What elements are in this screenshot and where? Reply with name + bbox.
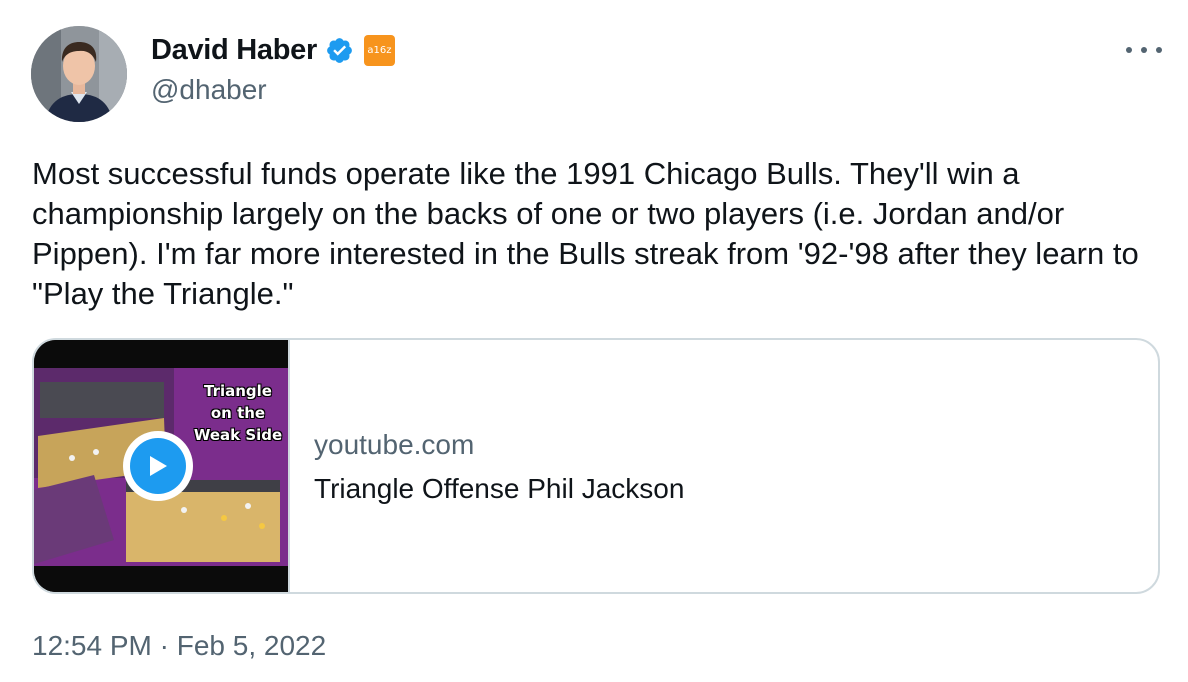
affiliation-badge[interactable]: a16z <box>363 34 395 66</box>
author-handle[interactable]: @dhaber <box>151 74 267 106</box>
more-dot <box>1141 47 1147 53</box>
verified-badge-icon <box>325 36 354 65</box>
avatar[interactable] <box>31 26 127 122</box>
more-dot <box>1156 47 1162 53</box>
more-dot <box>1126 47 1132 53</box>
video-thumbnail[interactable]: Triangle on the Weak Side <box>34 340 290 592</box>
avatar-image <box>31 26 127 122</box>
play-button[interactable] <box>123 431 193 501</box>
thumbnail-caption: Triangle on the Weak Side <box>193 382 283 444</box>
tweet-timestamp[interactable]: 12:54 PM · Feb 5, 2022 <box>32 630 326 662</box>
more-options-icon[interactable] <box>1126 36 1162 64</box>
author-name-row: David Haber a16z <box>151 30 395 70</box>
author-display-name[interactable]: David Haber <box>151 34 317 67</box>
play-icon <box>130 438 186 494</box>
card-title: Triangle Offense Phil Jackson <box>314 473 685 504</box>
card-body[interactable]: youtube.com Triangle Offense Phil Jackso… <box>290 340 684 592</box>
link-card[interactable]: Triangle on the Weak Side youtube.com Tr… <box>32 338 1160 594</box>
tweet-text: Most successful funds operate like the 1… <box>32 156 1148 311</box>
tweet-container: David Haber a16z @dhaber Most successful… <box>0 0 1188 682</box>
card-domain: youtube.com <box>314 429 475 460</box>
